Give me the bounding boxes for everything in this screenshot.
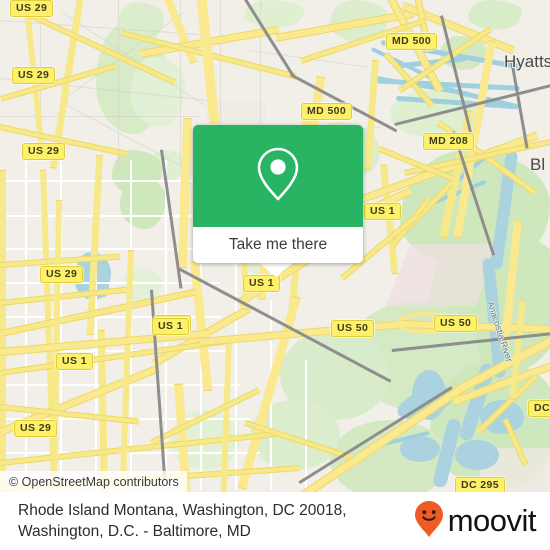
osm-attribution[interactable]: © OpenStreetMap contributors (0, 471, 187, 492)
location-title-line2: Washington, D.C. - Baltimore, MD (18, 523, 251, 540)
road-shield: MD 500 (386, 33, 438, 50)
take-me-there-button[interactable]: Take me there (193, 227, 363, 263)
take-me-there-label: Take me there (228, 236, 328, 253)
boundary-line (500, 170, 501, 230)
moovit-wordmark: moovit (447, 503, 537, 538)
road-shield: US 29 (40, 266, 84, 283)
location-callout-card[interactable]: Take me there (193, 125, 363, 263)
map-pin-icon (255, 145, 301, 208)
road-shield: US 1 (56, 353, 93, 370)
road-shield: US 29 (22, 143, 66, 160)
moovit-brand[interactable]: moovit (414, 500, 537, 543)
road-shield: US 50 (331, 320, 375, 337)
road-shield: US 1 (364, 203, 401, 220)
road-shield: US 29 (10, 0, 54, 17)
location-title: Rhode Island Montana, Washington, DC 200… (18, 500, 347, 542)
road-shield: US 1 (152, 318, 189, 335)
road-shield: US 1 (243, 275, 280, 292)
road-shield: US 29 (14, 420, 58, 437)
road-shield: DC 295 (455, 477, 506, 492)
street (305, 360, 307, 490)
street (0, 282, 220, 284)
road-shield: MD 208 (423, 133, 475, 150)
boundary-line (118, 0, 119, 170)
road-shield: DC (528, 400, 550, 417)
road-shield: US 29 (12, 67, 56, 84)
place-label: Bl (530, 155, 546, 174)
moovit-map-screenshot: US 29 US 29 US 29 MD 500 MD 500 MD 208 US 1 US … (0, 0, 550, 550)
river-pond (455, 440, 499, 470)
boundary-line (0, 116, 200, 117)
road-shield: US 50 (434, 315, 478, 332)
location-title-line1: Rhode Island Montana, Washington, DC 200… (18, 502, 347, 519)
place-label: Hyattsville (504, 52, 550, 71)
footer-bar: Rhode Island Montana, Washington, DC 200… (0, 492, 550, 550)
callout-header (193, 125, 363, 227)
road-shield: MD 500 (301, 103, 353, 120)
moovit-smiley-pin-icon (414, 500, 444, 543)
boundary-line (220, 0, 221, 140)
osm-attribution-text: © OpenStreetMap contributors (9, 474, 179, 489)
